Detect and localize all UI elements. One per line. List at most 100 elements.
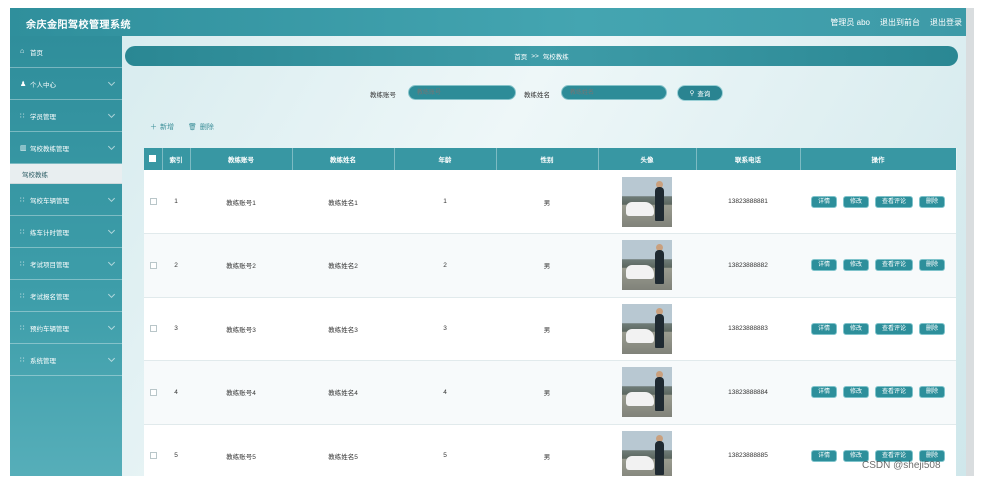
name-search-input[interactable] [561,85,667,100]
batch-delete-button[interactable]: 🗑 删除 [188,122,214,132]
view-comments-button[interactable]: 查看评论 [875,322,914,335]
detail-button[interactable]: 详情 [810,449,837,462]
add-button-label: 新增 [160,124,174,131]
sidebar-item-system[interactable]: ∷ 系统管理 [10,344,122,376]
cell-age: 4 [394,360,496,425]
cell-account: 教练账号1 [190,170,292,234]
vertical-scrollbar[interactable] [966,36,974,476]
view-comments-button[interactable]: 查看评论 [875,259,914,272]
detail-button[interactable]: 详情 [810,259,837,272]
sidebar-item-practice-timing[interactable]: ∷ 练车计时管理 [10,216,122,248]
delete-button[interactable]: 删除 [919,259,946,272]
breadcrumb-current: 驾校教练 [542,54,569,61]
edit-button[interactable]: 修改 [842,386,869,399]
app-frame: 余庆金阳驾校管理系统 管理员 abo 退出到前台 退出登录 ⌂ 首页 ♟ 个人中… [10,8,974,476]
column-header: 性别 [496,148,599,170]
cell-name: 教练姓名3 [292,297,394,361]
cell-age: 2 [394,233,496,298]
table-row: 1 教练账号1 教练姓名1 1 男 13823888881 详情 修改 查看评论… [144,170,956,234]
column-header: 索引 [162,148,191,170]
user-icon: ♟ [20,80,27,88]
coach-avatar [622,176,672,227]
cell-phone: 13823888881 [696,170,800,234]
sidebar-item-profile[interactable]: ♟ 个人中心 [10,68,122,100]
chevron-down-icon [107,226,116,235]
grid-icon: ∷ [20,260,25,268]
toolbar: ＋ 新增 🗑 删除 [150,122,214,132]
select-all-cell[interactable] [144,148,163,170]
sidebar-item-exam-signup[interactable]: ∷ 考试报名管理 [10,280,122,312]
view-comments-button[interactable]: 查看评论 [875,386,914,399]
sidebar-subitem-coach[interactable]: 驾校教练 [10,164,122,184]
edit-button[interactable]: 修改 [842,322,869,335]
detail-button[interactable]: 详情 [810,386,837,399]
coach-table: 索引 教练账号 教练姓名 年龄 性别 头像 联系电话 操作 1 教练账号1 教练… [144,148,957,476]
breadcrumb-home[interactable]: 首页 [514,51,527,61]
table-row: 5 教练账号5 教练姓名5 5 男 13823888885 详情 修改 查看评论… [144,424,956,476]
cell-phone: 13823888884 [696,360,800,425]
sidebar-item-coaches[interactable]: ▥ 驾校教练管理 [10,132,122,164]
logout-link[interactable]: 退出登录 [930,17,962,28]
detail-button[interactable]: 详情 [810,195,837,208]
account-search-input[interactable] [408,85,516,100]
sidebar-item-vehicles[interactable]: ∷ 驾校车辆管理 [10,184,122,216]
chart-icon: ▥ [20,144,27,152]
cell-account: 教练账号5 [190,424,292,476]
cell-index: 5 [162,424,190,476]
cell-account: 教练账号2 [190,233,292,298]
cell-index: 2 [162,233,190,298]
breadcrumb: 首页 >> 驾校教练 [125,46,958,66]
cell-phone: 13823888885 [696,424,800,476]
main-content: 首页 >> 驾校教练 教练账号 教练姓名 ⚲ 查询 ＋ 新增 🗑 删除 [122,36,966,476]
back-to-front-link[interactable]: 退出到前台 [880,17,920,28]
edit-button[interactable]: 修改 [842,195,869,208]
column-header: 操作 [800,148,957,170]
table-row: 3 教练账号3 教练姓名3 3 男 13823888883 详情 修改 查看评论… [144,297,956,361]
chevron-down-icon [107,290,116,299]
home-icon: ⌂ [20,48,25,55]
cell-index: 4 [162,360,190,425]
cell-age: 5 [394,424,496,476]
cell-gender: 男 [496,297,598,361]
sidebar-item-students[interactable]: ∷ 学员管理 [10,100,122,132]
plus-icon: ＋ [150,124,157,131]
coach-avatar [622,240,672,291]
column-header: 教练账号 [190,148,293,170]
edit-button[interactable]: 修改 [842,259,869,272]
coach-avatar [622,430,672,476]
view-comments-button[interactable]: 查看评论 [875,195,914,208]
row-checkbox[interactable] [149,452,157,460]
cell-gender: 男 [496,360,598,425]
chevron-down-icon [107,110,116,119]
chevron-down-icon [107,322,116,331]
search-icon: ⚲ [689,90,695,97]
coach-avatar [622,367,672,418]
row-checkbox[interactable] [149,261,157,269]
add-button[interactable]: ＋ 新增 [150,122,174,132]
query-button-label: 查询 [697,91,711,98]
row-checkbox[interactable] [149,325,157,333]
sidebar-item-exam-items[interactable]: ∷ 考试项目管理 [10,248,122,280]
row-checkbox[interactable] [149,388,157,396]
query-button[interactable]: ⚲ 查询 [677,85,723,101]
sidebar-item-label: 考试项目管理 [30,261,69,269]
cell-index: 3 [162,297,190,361]
grid-icon: ∷ [20,228,25,236]
detail-button[interactable]: 详情 [810,322,837,335]
sidebar-item-label: 驾校车辆管理 [30,197,69,205]
cell-name: 教练姓名1 [292,170,394,234]
delete-button[interactable]: 删除 [919,322,946,335]
chevron-down-icon [107,354,116,363]
sidebar-item-home[interactable]: ⌂ 首页 [10,36,122,68]
select-all-checkbox[interactable] [149,155,157,163]
delete-button[interactable]: 删除 [919,195,946,208]
chevron-down-icon [107,78,116,87]
sidebar-item-label: 首页 [30,49,43,57]
sidebar-item-booking[interactable]: ∷ 预约车辆管理 [10,312,122,344]
scrollbar-thumb[interactable] [967,46,973,376]
delete-button[interactable]: 删除 [919,386,946,399]
row-checkbox[interactable] [149,197,157,205]
top-right-links: 管理员 abo 退出到前台 退出登录 [830,17,962,28]
cell-phone: 13823888883 [696,297,800,361]
grid-icon: ∷ [20,112,25,120]
